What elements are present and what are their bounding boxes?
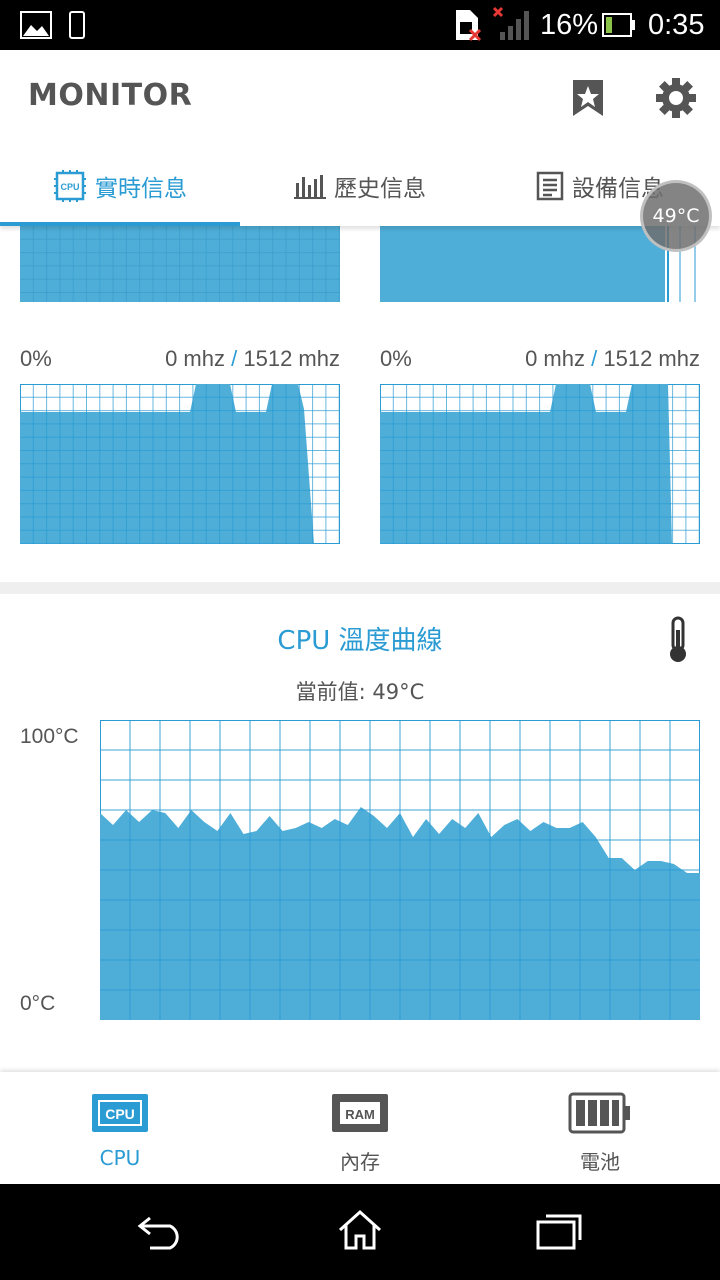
core-graph-right (380, 384, 700, 544)
nav-label: 電池 (580, 1150, 620, 1174)
sim-error-icon (456, 10, 482, 42)
active-tab-indicator (0, 222, 240, 226)
core-usage: 0% (20, 346, 52, 371)
section-divider (0, 582, 720, 594)
cpu-chip-icon: CPU (54, 170, 86, 202)
phone-notification-icon (69, 11, 85, 39)
tab-bar: CPU 實時信息 歷史信息 設備信息 (0, 146, 720, 226)
freq-current: 0 mhz (525, 346, 585, 371)
status-bar: 16% 0:35 (0, 0, 720, 50)
recent-apps-icon[interactable] (536, 1212, 584, 1252)
freq-max: 1512 mhz (603, 346, 700, 371)
temperature-current-value: 當前值: 49°C (295, 680, 425, 704)
y-axis-min-label: 0°C (20, 992, 56, 1015)
nav-label: 內存 (340, 1150, 380, 1174)
tab-realtime[interactable]: CPU 實時信息 (0, 146, 240, 226)
freq-max: 1512 mhz (243, 346, 340, 371)
freq-separator: / (231, 346, 238, 371)
core-graph-left (20, 384, 340, 544)
signal-icon (492, 6, 529, 40)
nav-battery[interactable]: 電池 (480, 1072, 720, 1184)
ram-chip-icon: RAM (332, 1094, 388, 1132)
temperature-chart (100, 720, 700, 1020)
image-notification-icon (20, 11, 52, 39)
back-icon[interactable] (136, 1214, 186, 1250)
system-navigation-bar (0, 1184, 720, 1280)
list-document-icon (536, 171, 564, 201)
bookmark-star-icon[interactable] (571, 78, 605, 118)
floating-temperature-bubble[interactable]: 49°C (640, 180, 712, 252)
svg-text:CPU: CPU (60, 182, 79, 192)
battery-status-icon (602, 13, 635, 37)
core-frequency: 0 mhz / 1512 mhz (480, 346, 700, 372)
clock: 0:35 (648, 9, 705, 41)
realtime-content[interactable]: 0% 0 mhz / 1512 mhz 0% 0 mhz / 1512 mhz … (0, 226, 720, 1072)
temperature-chart-title: CPU 溫度曲線 (277, 626, 443, 656)
y-axis-max-label: 100°C (20, 725, 79, 748)
app-header: MONITOR (0, 50, 720, 146)
freq-separator: / (591, 346, 598, 371)
core-usage: 0% (380, 346, 412, 371)
app-title: MONITOR (28, 78, 193, 113)
battery-icon (568, 1092, 630, 1134)
nav-memory[interactable]: RAM 內存 (240, 1072, 480, 1184)
svg-text:RAM: RAM (345, 1107, 375, 1122)
battery-percent: 16% (540, 9, 599, 41)
tab-history[interactable]: 歷史信息 (240, 146, 480, 226)
bar-chart-icon (294, 175, 326, 199)
nav-label: CPU (99, 1146, 141, 1170)
tab-label: 歷史信息 (334, 176, 426, 202)
thermometer-icon (670, 616, 686, 662)
svg-text:CPU: CPU (105, 1106, 135, 1122)
tab-label: 實時信息 (95, 176, 187, 202)
home-icon[interactable] (336, 1208, 384, 1252)
core-frequency: 0 mhz / 1512 mhz (120, 346, 340, 372)
gear-icon[interactable] (654, 76, 698, 120)
cpu-chip-icon: CPU (92, 1094, 148, 1132)
nav-cpu[interactable]: CPU CPU (0, 1072, 240, 1184)
bottom-navigation: CPU CPU RAM 內存 電池 (0, 1072, 720, 1184)
freq-current: 0 mhz (165, 346, 225, 371)
core-graph-partial-left (20, 226, 340, 302)
